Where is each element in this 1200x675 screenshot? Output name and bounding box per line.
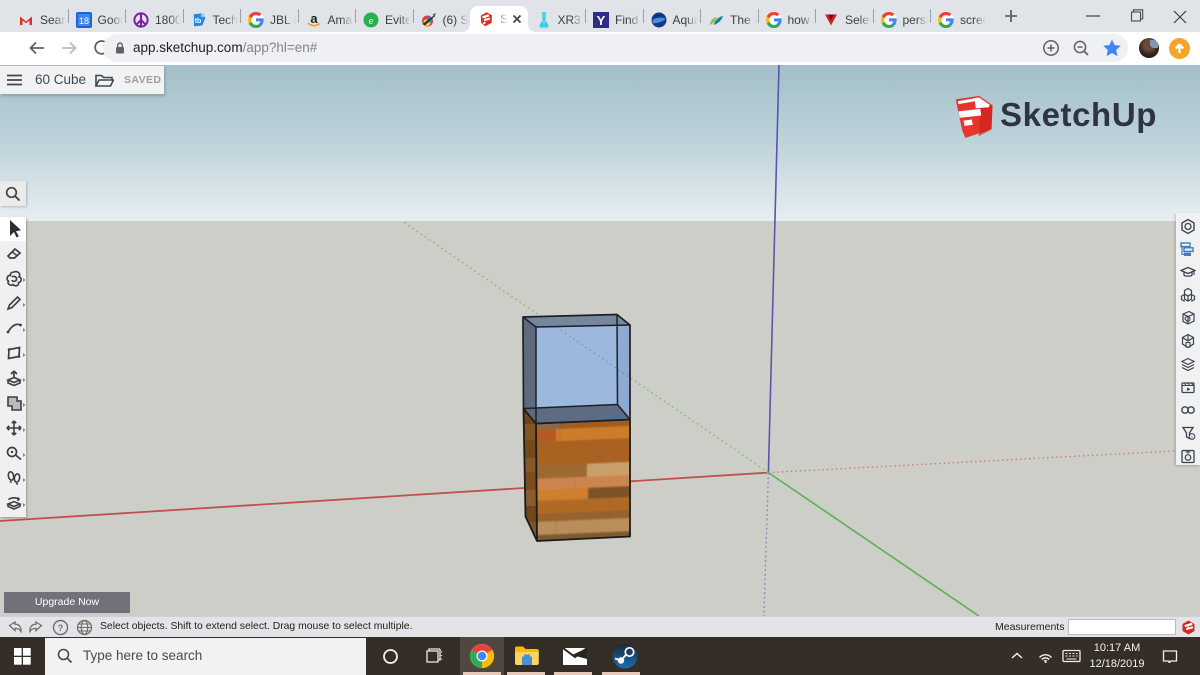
svg-text:?: ? bbox=[58, 623, 64, 633]
svg-text:a: a bbox=[310, 12, 318, 26]
svg-text:tb: tb bbox=[194, 18, 201, 25]
svg-text:i: i bbox=[1191, 434, 1192, 439]
svg-text:18: 18 bbox=[78, 16, 88, 26]
svg-text:e: e bbox=[369, 15, 374, 27]
svg-text:Y: Y bbox=[597, 13, 606, 28]
